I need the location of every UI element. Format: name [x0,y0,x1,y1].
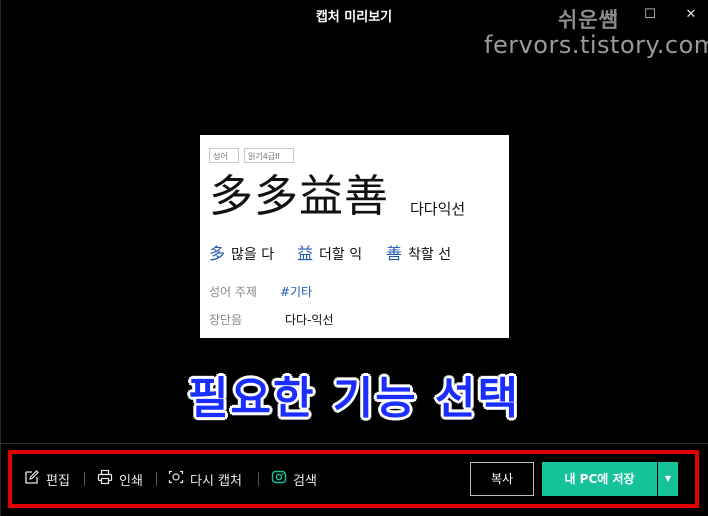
tag-category: 성어 [209,148,239,163]
print-label: 인쇄 [119,473,143,489]
tag-level: 읽기4급II [244,148,294,163]
printer-icon [97,469,119,489]
edit-label: 편집 [46,473,70,489]
toolbar-separator [156,472,157,486]
character-entry: 多 많을 다 [209,240,274,264]
character-hanja: 善 [386,244,403,263]
action-toolbar: 편집 인쇄 다시 캡처 검색 복사 내 PC에 저장 ▼ [8,450,699,508]
character-meaning: 더할 익 [319,247,363,263]
watermark-url: fervors.tistory.com [484,31,708,59]
recapture-label: 다시 캡처 [190,473,242,489]
window-edge [0,0,1,516]
save-options-dropdown[interactable]: ▼ [658,462,678,496]
annotation-caption: 필요한 기능 선택 [188,373,520,424]
recapture-button[interactable]: 다시 캡처 [168,468,242,490]
copy-button[interactable]: 복사 [470,462,534,496]
maximize-button[interactable]: ☐ [639,4,661,26]
character-entry: 善 착할 선 [386,240,451,264]
chevron-down-icon: ▼ [664,474,672,483]
lens-search-icon [271,469,293,489]
edit-button[interactable]: 편집 [24,468,70,490]
meta-label-length: 장단음 [209,313,243,327]
edit-icon [24,469,46,489]
toolbar-separator [258,472,259,486]
close-button[interactable]: ✕ [680,4,702,26]
meta-label-topic: 성어 주제 [209,285,257,299]
watermark-name: 쉬운쌤 [558,8,619,32]
character-hanja: 益 [297,244,314,263]
camera-icon [168,469,190,489]
toolbar-separator [84,472,85,486]
captured-image-preview: 성어 읽기4급II 多多益善 다다익선 多 많을 다 益 더할 익 善 착할 선 성어… [200,135,509,338]
character-meaning: 착할 선 [408,247,452,263]
character-meaning: 많을 다 [231,247,275,263]
idiom-reading: 다다익선 [410,200,466,218]
save-to-pc-button[interactable]: 내 PC에 저장 [542,462,657,496]
meta-value-topic: #기타 [280,285,313,299]
character-hanja: 多 [209,244,226,263]
toolbar-divider [0,443,708,444]
search-label: 검색 [293,473,317,489]
search-button[interactable]: 검색 [271,468,317,490]
meta-value-length: 다다-익선 [285,313,334,327]
capture-preview-window: 캡처 미리보기 — ☐ ✕ 쉬운쌤 fervors.tistory.com 성어… [0,0,708,516]
idiom-hanja: 多多益善 [209,171,389,222]
print-button[interactable]: 인쇄 [97,468,143,490]
character-entry: 益 더할 익 [297,240,362,264]
